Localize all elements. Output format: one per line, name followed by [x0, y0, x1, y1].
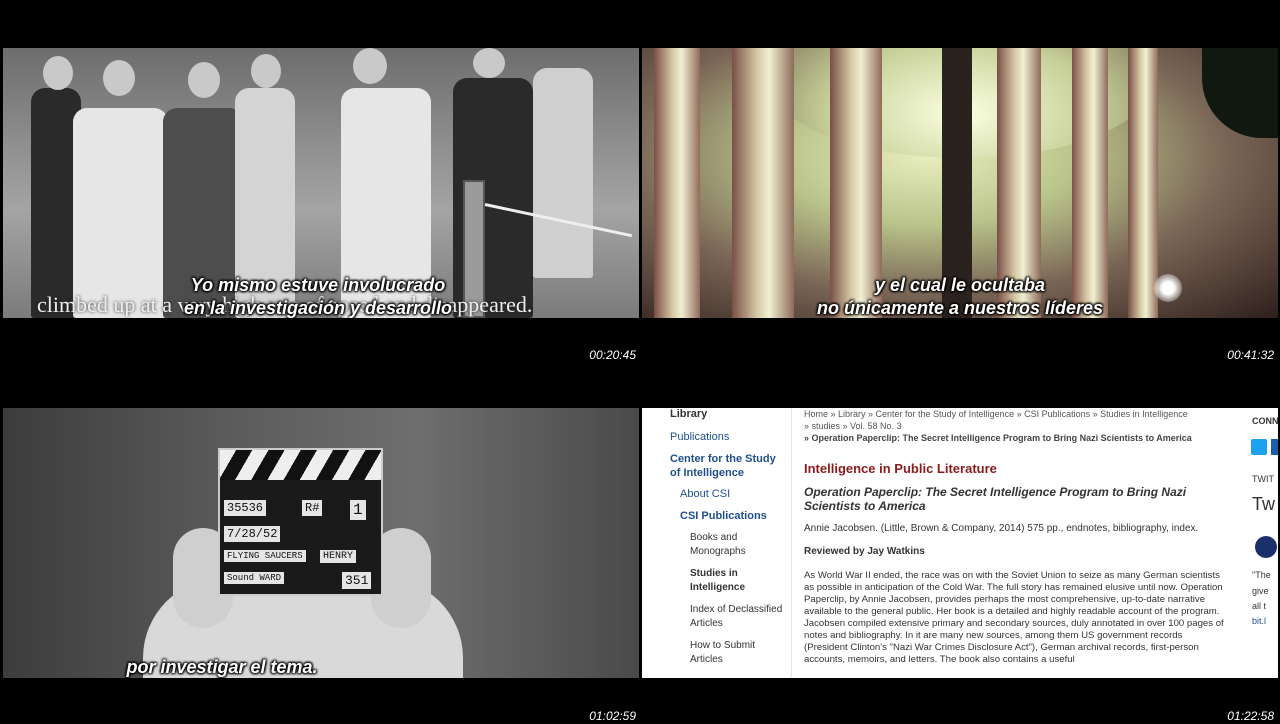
subtitle-line: no únicamente a nuestros líderes	[816, 298, 1104, 318]
subtitle-line: en la investigación y desarrollo	[183, 298, 453, 318]
sidebar-item-books[interactable]: Books and Monographs	[690, 531, 770, 559]
sidebar-item-index[interactable]: Index of Declassified Articles	[690, 603, 790, 631]
head	[473, 48, 505, 78]
head	[251, 54, 281, 88]
breadcrumb: Home » Library » Center for the Study of…	[804, 408, 1228, 444]
article-reviewer: Reviewed by Jay Watkins	[804, 546, 925, 557]
sidebar-item-submit[interactable]: How to Submit Articles	[690, 639, 780, 667]
sidebar-item-center[interactable]: Center for the Study of Intelligence	[670, 452, 782, 480]
subtitle-line: y el cual le ocultaba	[874, 275, 1046, 295]
clapper-stripes	[220, 450, 381, 480]
article-title: Operation Paperclip: The Secret Intellig…	[804, 485, 1187, 513]
video-frame-1: climbed up at a very high rate of speed …	[3, 48, 639, 318]
timestamp: 01:22:58	[1227, 709, 1274, 723]
sidebar-library[interactable]: Library	[670, 408, 707, 420]
tweet-text: all t	[1252, 601, 1267, 611]
subtitle: Yo mismo estuve involucrado en la invest…	[3, 274, 636, 318]
facebook-icon[interactable]	[1271, 439, 1278, 455]
subtitle: y el cual le ocultaba no únicamente a nu…	[642, 274, 1278, 318]
tweets-heading: Tw	[1252, 494, 1276, 514]
tweet-text: "The	[1252, 570, 1271, 580]
timestamp: 01:02:59	[589, 709, 636, 723]
head	[353, 48, 387, 84]
section-heading: Intelligence in Public Literature	[804, 461, 997, 476]
subtitle: por investigar el tema.	[3, 656, 540, 678]
slate-roll: R#	[302, 500, 323, 516]
article-citation: Annie Jacobsen. (Little, Brown & Company…	[804, 523, 1199, 534]
tree-silhouette	[1202, 48, 1278, 138]
sidebar-item-publications[interactable]: Publications	[670, 430, 729, 444]
timestamp: 00:41:32	[1227, 348, 1274, 362]
twitter-label: TWIT	[1252, 474, 1274, 484]
subtitle-line: por investigar el tema.	[126, 657, 318, 677]
subtitle-line: Yo mismo estuve involucrado	[190, 275, 446, 295]
figure-photographer	[533, 68, 593, 278]
sidebar-nav: Library Publications Center for the Stud…	[642, 408, 792, 678]
film-slate: 35536 R# 1 7/28/52 FLYING SAUCERS HENRY …	[218, 448, 383, 596]
slate-production: FLYING SAUCERS	[224, 550, 306, 562]
slate-director: HENRY	[320, 550, 357, 563]
article-content: Home » Library » Center for the Study of…	[804, 408, 1228, 678]
tweet-link[interactable]: bit.l	[1252, 616, 1266, 626]
slate-camera: 351	[342, 572, 372, 589]
head	[43, 56, 73, 90]
twitter-icon[interactable]	[1251, 439, 1267, 455]
sidebar-item-about[interactable]: About CSI	[680, 487, 730, 501]
breadcrumb-line[interactable]: Home » Library » Center for the Study of…	[804, 408, 1228, 420]
video-frame-4-webpage: Library Publications Center for the Stud…	[642, 408, 1278, 678]
slate-scene: 35536	[224, 500, 267, 516]
timestamp: 00:20:45	[589, 348, 636, 362]
video-frame-2: y el cual le ocultaba no únicamente a nu…	[642, 48, 1278, 318]
right-column: CONN TWIT Tw "The give all t bit.l	[1250, 408, 1278, 678]
article-body: As World War II ended, the race was on w…	[804, 570, 1224, 665]
head	[103, 60, 135, 96]
connect-label: CONN	[1252, 416, 1278, 426]
breadcrumb-line[interactable]: » studies » Vol. 58 No. 3	[804, 420, 1228, 432]
video-frame-3: 35536 R# 1 7/28/52 FLYING SAUCERS HENRY …	[3, 408, 639, 678]
sidebar-item-csi-publications[interactable]: CSI Publications	[680, 509, 767, 523]
slate-date: 7/28/52	[224, 526, 281, 542]
head	[188, 62, 220, 98]
sidebar-item-studies[interactable]: Studies in Intelligence	[690, 567, 770, 595]
cia-seal-icon	[1255, 536, 1277, 558]
slate-take: 1	[350, 500, 366, 520]
tweet-text: give	[1252, 586, 1269, 596]
slate-sound: Sound WARD	[224, 572, 285, 584]
breadcrumb-current: » Operation Paperclip: The Secret Intell…	[804, 433, 1192, 443]
